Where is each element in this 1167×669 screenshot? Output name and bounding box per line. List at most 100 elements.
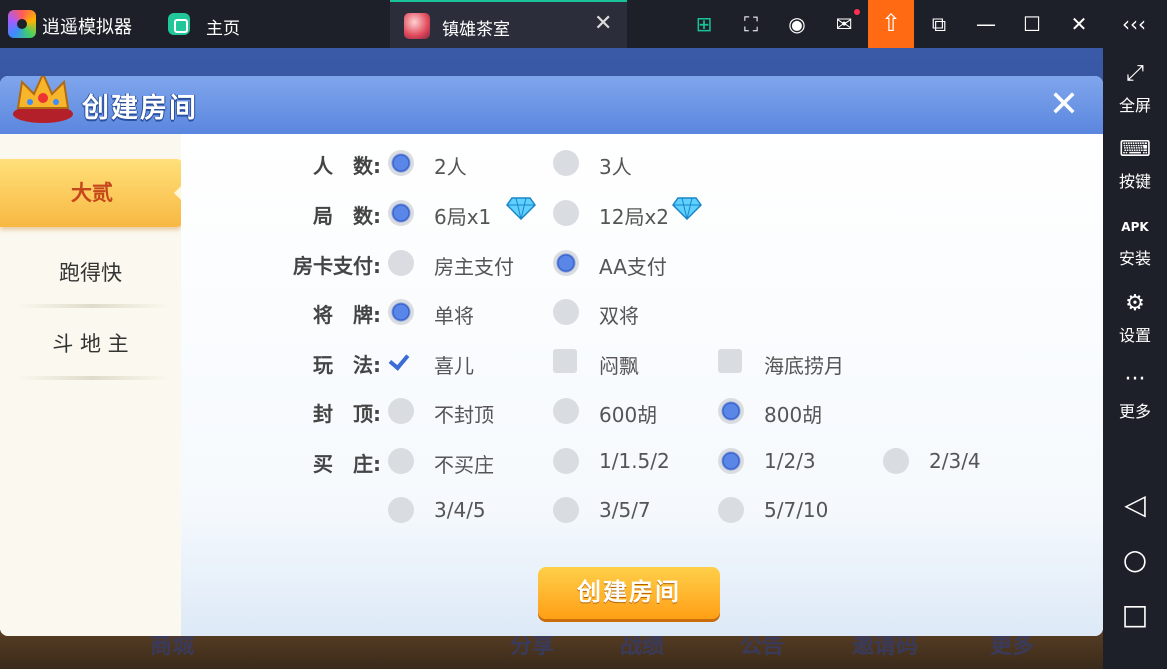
option-text: 闷飘 <box>599 354 639 378</box>
apk-icon: APK <box>1121 220 1149 234</box>
emulator-logo-icon <box>8 10 36 38</box>
game-type-nav: 大贰 跑得快 斗 地 主 <box>0 134 184 636</box>
nav-item-daer[interactable]: 大贰 <box>0 159 184 227</box>
option-text: 6局x1 <box>434 205 492 229</box>
upload-icon[interactable]: ⇧ <box>868 0 914 48</box>
diamond-icon <box>506 197 536 220</box>
recents-icon[interactable]: □ <box>1103 598 1167 631</box>
radio-selected <box>388 200 414 226</box>
option-text: 双将 <box>599 304 639 328</box>
crown-icon <box>13 76 73 123</box>
radio <box>553 398 579 424</box>
close-window-icon[interactable]: ✕ <box>1065 10 1093 38</box>
install-label: 安装 <box>1118 249 1151 268</box>
gear-icon: ⚙ <box>1125 291 1145 316</box>
maximize-icon[interactable]: ☐ <box>1018 10 1046 38</box>
radio <box>718 497 744 523</box>
game-tab[interactable]: 镇雄茶室 ✕ <box>390 0 627 48</box>
keymap-button[interactable]: ⌨ 按键 <box>1103 136 1167 192</box>
radio <box>553 200 579 226</box>
radio <box>388 448 414 474</box>
options-panel: 人 数: 2人 3人 局 数: 6局x1 12局x2 房卡支付: 房主支付 AA… <box>181 134 1103 636</box>
radio-selected <box>718 448 744 474</box>
option-text: 3/4/5 <box>434 498 486 522</box>
checkbox <box>553 349 577 373</box>
radio-selected <box>388 299 414 325</box>
nav-item-paodekuai[interactable]: 跑得快 <box>0 243 181 303</box>
install-apk-button[interactable]: APK 安装 <box>1103 213 1167 269</box>
minimize-icon[interactable]: — <box>972 10 1000 38</box>
settings-button[interactable]: ⚙ 设置 <box>1103 290 1167 346</box>
rules-label: 玩 法: <box>313 353 381 377</box>
home-circle-icon[interactable]: ○ <box>1103 543 1167 576</box>
option-text: 5/7/10 <box>764 498 829 522</box>
option-text: 1/2/3 <box>764 449 816 473</box>
radio <box>388 398 414 424</box>
game-tab-title: 镇雄茶室 <box>442 20 510 40</box>
radio-selected <box>553 250 579 276</box>
option-text: 海底捞月 <box>764 354 844 378</box>
user-icon[interactable]: ◉ <box>783 10 811 38</box>
nav-divider <box>15 304 170 308</box>
dialog-title: 创建房间 <box>82 93 198 124</box>
option-text: AA支付 <box>599 255 667 279</box>
checkbox-checked <box>388 349 412 373</box>
radio <box>388 497 414 523</box>
radio <box>553 150 579 176</box>
create-room-button[interactable]: 创建房间 <box>538 567 720 619</box>
radio <box>553 497 579 523</box>
more-label: 更多 <box>1118 402 1151 421</box>
close-dialog-icon[interactable]: ✕ <box>1046 87 1082 124</box>
more-icon: ··· <box>1124 367 1146 392</box>
radio <box>553 299 579 325</box>
payment-label: 房卡支付: <box>293 254 381 278</box>
fullscreen-button[interactable]: ⤢ 全屏 <box>1103 60 1167 116</box>
minimize-to-tray-icon[interactable]: ⧉ <box>925 10 953 38</box>
back-icon[interactable]: ◁ <box>1103 488 1167 521</box>
keyboard-icon: ⌨ <box>1119 137 1151 162</box>
radio <box>883 448 909 474</box>
option-text: 1/1.5/2 <box>599 449 670 473</box>
option-text: 12局x2 <box>599 205 670 229</box>
screenshot-icon[interactable]: ⛶ <box>737 10 765 38</box>
option-text: 不买庄 <box>434 453 494 477</box>
diamond-icon <box>672 197 702 220</box>
option-text: 2/3/4 <box>929 449 981 473</box>
settings-label: 设置 <box>1118 326 1151 345</box>
option-text: 3/5/7 <box>599 498 651 522</box>
radio-selected <box>718 398 744 424</box>
option-text: 800胡 <box>764 403 823 427</box>
nav-item-doudizhu[interactable]: 斗 地 主 <box>0 314 181 374</box>
notification-dot <box>854 9 860 15</box>
more-button[interactable]: ··· 更多 <box>1103 366 1167 422</box>
radio <box>553 448 579 474</box>
option-text: 600胡 <box>599 403 658 427</box>
option-text: 2人 <box>434 155 467 179</box>
mail-icon[interactable]: ✉ <box>830 10 858 38</box>
jiang-label: 将 牌: <box>313 303 381 327</box>
keymap-label: 按键 <box>1118 172 1151 191</box>
emulator-titlebar: 逍遥模拟器 主页 镇雄茶室 ✕ ⊞ ⛶ ◉ ✉ ⇧ ⧉ — ☐ ✕ ‹‹‹ <box>0 0 1167 48</box>
game-tab-icon <box>404 13 430 39</box>
create-room-dialog: 创建房间 ✕ 大贰 跑得快 斗 地 主 人 数: 2人 3人 局 数: 6局x1 <box>0 76 1103 636</box>
home-tab[interactable]: 主页 <box>206 14 240 39</box>
cap-label: 封 顶: <box>313 402 381 426</box>
option-text: 房主支付 <box>434 255 514 279</box>
gamepad-icon[interactable]: ⊞ <box>690 10 718 38</box>
dialog-header: 创建房间 ✕ <box>0 76 1103 134</box>
option-text: 3人 <box>599 155 632 179</box>
nav-divider <box>15 376 170 380</box>
players-label: 人 数: <box>313 154 381 178</box>
home-icon[interactable] <box>168 13 190 35</box>
checkbox <box>718 349 742 373</box>
app-name: 逍遥模拟器 <box>42 17 132 38</box>
fullscreen-icon: ⤢ <box>1126 61 1144 86</box>
option-text: 喜儿 <box>434 354 474 378</box>
buy-dealer-label: 买 庄: <box>313 452 381 476</box>
collapse-sidebar-icon[interactable]: ‹‹‹ <box>1120 10 1148 38</box>
option-text: 单将 <box>434 304 474 328</box>
emulator-sidebar: ⤢ 全屏 ⌨ 按键 APK 安装 ⚙ 设置 ··· 更多 ◁ ○ □ <box>1103 48 1167 669</box>
option-text: 不封顶 <box>434 403 494 427</box>
radio-selected <box>388 150 414 176</box>
close-tab-icon[interactable]: ✕ <box>594 11 612 36</box>
